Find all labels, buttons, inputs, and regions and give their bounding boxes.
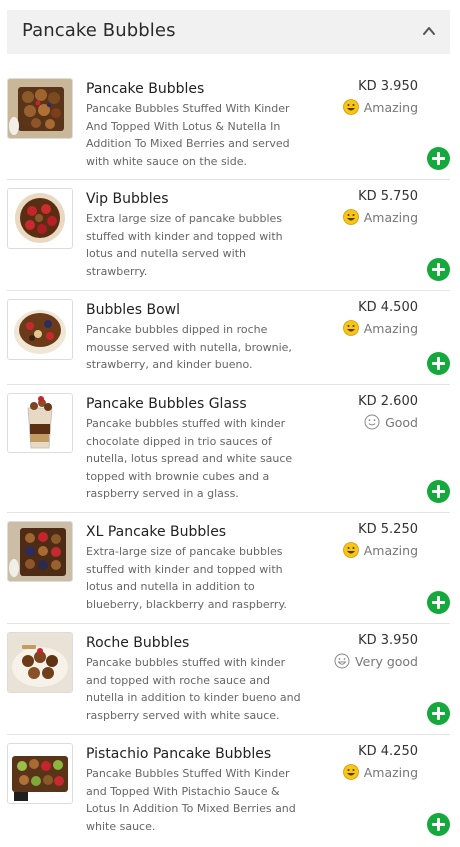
item-rating: Amazing bbox=[342, 764, 418, 780]
item-image[interactable] bbox=[7, 78, 73, 139]
rating-label: Amazing bbox=[363, 764, 418, 780]
item-image[interactable] bbox=[7, 632, 73, 693]
happy-face-icon bbox=[342, 542, 359, 558]
add-to-cart-button[interactable] bbox=[427, 352, 450, 375]
menu-item-list: Pancake Bubbles Pancake Bubbles Stuffed … bbox=[7, 70, 450, 846]
menu-item[interactable]: Pancake Bubbles Pancake Bubbles Stuffed … bbox=[7, 70, 450, 180]
item-description: Pancake bubbles stuffed with kinder choc… bbox=[86, 417, 293, 500]
happy-face-icon bbox=[342, 764, 359, 780]
rating-label: Amazing bbox=[363, 542, 418, 558]
item-price: KD 4.500 bbox=[358, 300, 418, 315]
add-to-cart-button[interactable] bbox=[427, 702, 450, 725]
chevron-up-icon[interactable] bbox=[422, 24, 436, 38]
item-name: XL Pancake Bubbles bbox=[86, 524, 227, 540]
rating-label: Good bbox=[385, 414, 418, 430]
item-name: Pancake Bubbles bbox=[86, 81, 205, 97]
happy-face-icon bbox=[342, 99, 359, 115]
section-header[interactable]: Pancake Bubbles bbox=[7, 10, 450, 54]
item-price: KD 3.950 bbox=[358, 633, 418, 648]
item-rating: Very good bbox=[334, 653, 418, 669]
item-name: Bubbles Bowl bbox=[86, 302, 181, 318]
add-to-cart-button[interactable] bbox=[427, 480, 450, 503]
item-image[interactable] bbox=[7, 393, 73, 453]
menu-item[interactable]: XL Pancake Bubbles Extra-large size of p… bbox=[7, 513, 450, 624]
grin-outline-icon bbox=[334, 653, 350, 669]
item-price: KD 3.950 bbox=[358, 79, 418, 94]
item-image[interactable] bbox=[7, 188, 73, 249]
item-name: Pistachio Pancake Bubbles bbox=[86, 746, 272, 762]
happy-face-icon bbox=[342, 320, 359, 336]
happy-face-icon bbox=[342, 209, 359, 225]
menu-item[interactable]: Pistachio Pancake Bubbles Pancake Bubble… bbox=[7, 735, 450, 846]
menu-item[interactable]: Bubbles Bowl Pancake bubbles dipped in r… bbox=[7, 291, 450, 385]
item-rating: Amazing bbox=[342, 542, 418, 558]
item-image[interactable] bbox=[7, 299, 73, 360]
item-rating: Good bbox=[364, 414, 418, 430]
item-description: Extra-large size of pancake bubbles stuf… bbox=[86, 545, 287, 611]
item-description: Pancake Bubbles Stuffed With Kinder And … bbox=[86, 102, 290, 168]
item-price: KD 5.750 bbox=[358, 189, 418, 204]
add-to-cart-button[interactable] bbox=[427, 147, 450, 170]
item-description: Pancake bubbles dipped in roche mousse s… bbox=[86, 323, 292, 371]
add-to-cart-button[interactable] bbox=[427, 591, 450, 614]
rating-label: Amazing bbox=[363, 99, 418, 115]
rating-label: Amazing bbox=[363, 209, 418, 225]
item-image[interactable] bbox=[7, 521, 73, 582]
item-price: KD 2.600 bbox=[358, 394, 418, 409]
item-price: KD 4.250 bbox=[358, 744, 418, 759]
add-to-cart-button[interactable] bbox=[427, 813, 450, 836]
menu-item[interactable]: Pancake Bubbles Glass Pancake bubbles st… bbox=[7, 385, 450, 513]
item-description: Pancake Bubbles Stuffed With Kinder and … bbox=[86, 767, 296, 833]
rating-label: Very good bbox=[355, 653, 418, 669]
menu-item[interactable]: Vip Bubbles Extra large size of pancake … bbox=[7, 180, 450, 291]
item-name: Vip Bubbles bbox=[86, 191, 169, 207]
item-rating: Amazing bbox=[342, 320, 418, 336]
section-title: Pancake Bubbles bbox=[22, 20, 176, 41]
item-rating: Amazing bbox=[342, 209, 418, 225]
smile-outline-icon bbox=[364, 414, 380, 430]
item-name: Roche Bubbles bbox=[86, 635, 190, 651]
item-name: Pancake Bubbles Glass bbox=[86, 396, 247, 412]
item-rating: Amazing bbox=[342, 99, 418, 115]
add-to-cart-button[interactable] bbox=[427, 258, 450, 281]
item-price: KD 5.250 bbox=[358, 522, 418, 537]
item-image[interactable] bbox=[7, 743, 73, 804]
rating-label: Amazing bbox=[363, 320, 418, 336]
item-description: Pancake bubbles stuffed with kinder and … bbox=[86, 656, 301, 722]
item-description: Extra large size of pancake bubbles stuf… bbox=[86, 212, 283, 278]
menu-item[interactable]: Roche Bubbles Pancake bubbles stuffed wi… bbox=[7, 624, 450, 735]
